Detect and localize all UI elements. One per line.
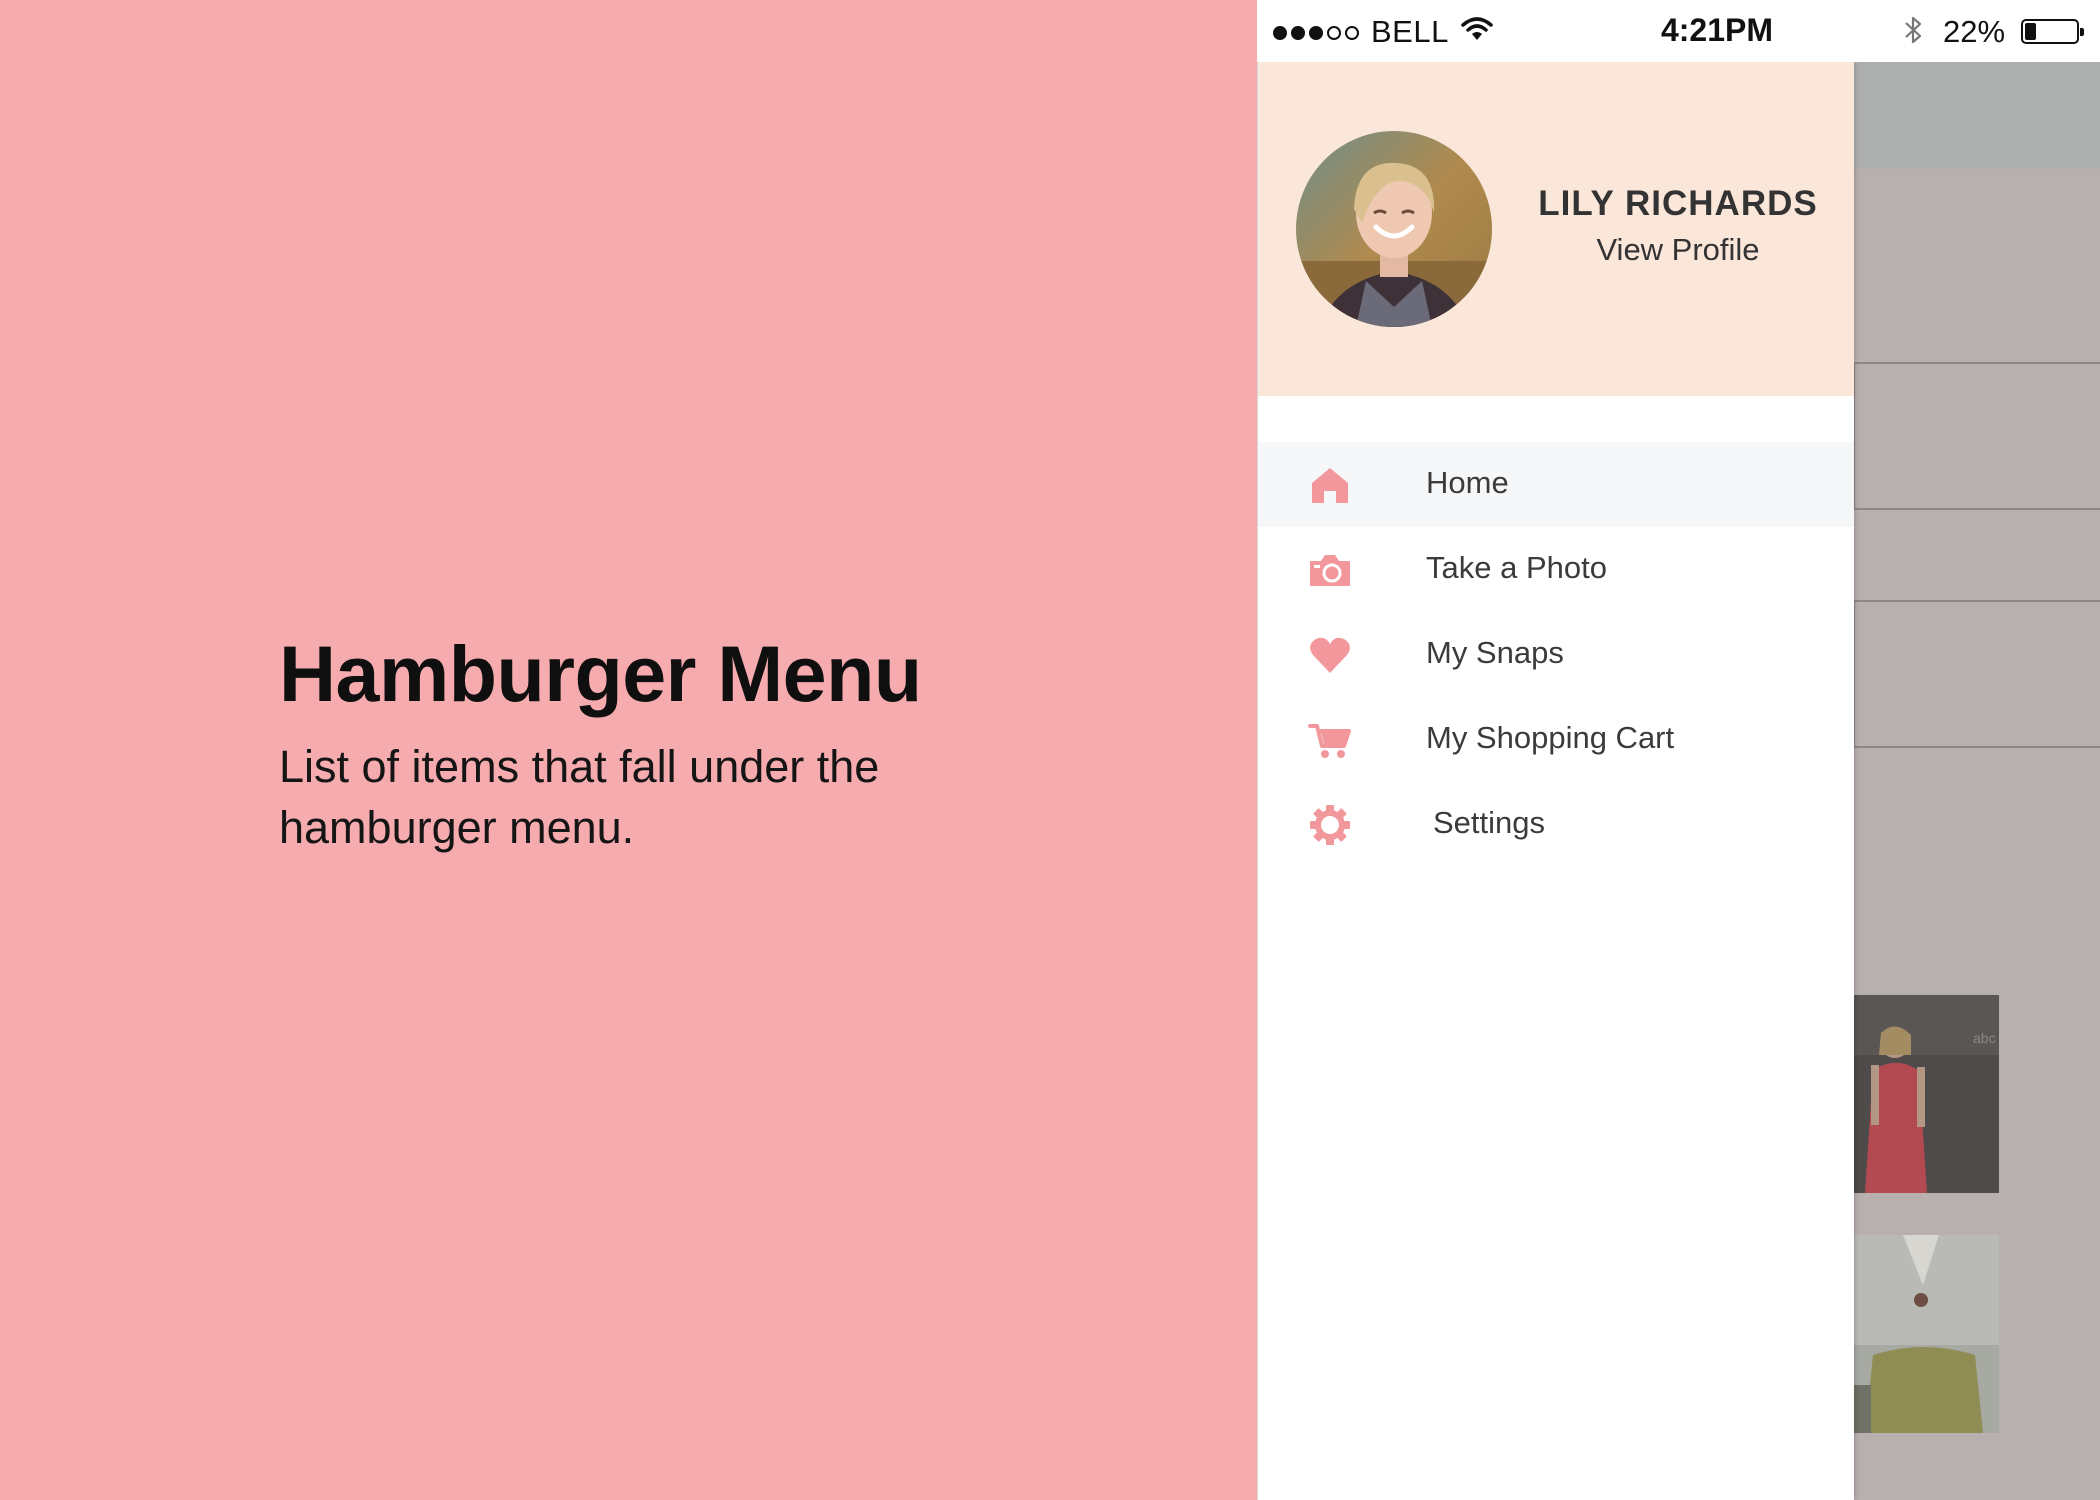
- home-icon: [1308, 463, 1352, 507]
- avatar[interactable]: [1296, 131, 1492, 327]
- menu-item-my-snaps[interactable]: My Snaps: [1258, 612, 1854, 697]
- menu-item-settings[interactable]: Settings: [1258, 782, 1854, 867]
- signal-strength-icon: [1273, 26, 1359, 40]
- menu-item-take-a-photo[interactable]: Take a Photo: [1258, 527, 1854, 612]
- phone-screen: BELL 4:21PM 22% abc LILY RICHARDS View P…: [1257, 0, 2100, 1500]
- navigation-drawer: LILY RICHARDS View Profile Home Take a P…: [1257, 62, 1854, 1500]
- background-photo-thumbnail: abc: [1853, 995, 1999, 1193]
- battery-icon: [2021, 19, 2084, 44]
- wifi-icon: [1461, 14, 1493, 52]
- carrier-name: BELL: [1371, 14, 1449, 49]
- menu-item-label: Settings: [1433, 805, 1546, 840]
- background-card: [1853, 362, 2100, 510]
- menu-item-my-shopping-cart[interactable]: My Shopping Cart: [1258, 697, 1854, 782]
- svg-text:abc: abc: [1973, 1030, 1996, 1046]
- menu-item-label: My Shopping Cart: [1426, 720, 1675, 755]
- status-bar: BELL 4:21PM 22%: [1257, 0, 2100, 62]
- caption: Hamburger Menu List of items that fall u…: [279, 628, 1179, 858]
- menu-item-home[interactable]: Home: [1258, 442, 1854, 527]
- background-photo-thumbnail: [1853, 1235, 1999, 1433]
- bluetooth-icon: [1903, 14, 1925, 54]
- menu-item-label: Home: [1426, 465, 1509, 500]
- cart-icon: [1308, 718, 1352, 762]
- menu-item-label: My Snaps: [1426, 635, 1564, 670]
- camera-icon: [1308, 548, 1352, 592]
- caption-subtitle: List of items that fall under the hambur…: [279, 741, 880, 853]
- profile-header: LILY RICHARDS View Profile: [1258, 62, 1854, 396]
- caption-title: Hamburger Menu: [279, 629, 922, 718]
- clock: 4:21PM: [1660, 12, 1774, 48]
- menu-item-label: Take a Photo: [1426, 550, 1607, 585]
- background-card: [1853, 600, 2100, 748]
- profile-name: LILY RICHARDS: [1538, 184, 1818, 223]
- heart-icon: [1308, 633, 1352, 677]
- gear-icon: [1308, 803, 1352, 847]
- battery-percentage: 22%: [1943, 14, 2006, 49]
- drawer-menu: Home Take a Photo My Snaps My Shopping C…: [1258, 442, 1854, 867]
- view-profile-link[interactable]: View Profile: [1508, 232, 1848, 268]
